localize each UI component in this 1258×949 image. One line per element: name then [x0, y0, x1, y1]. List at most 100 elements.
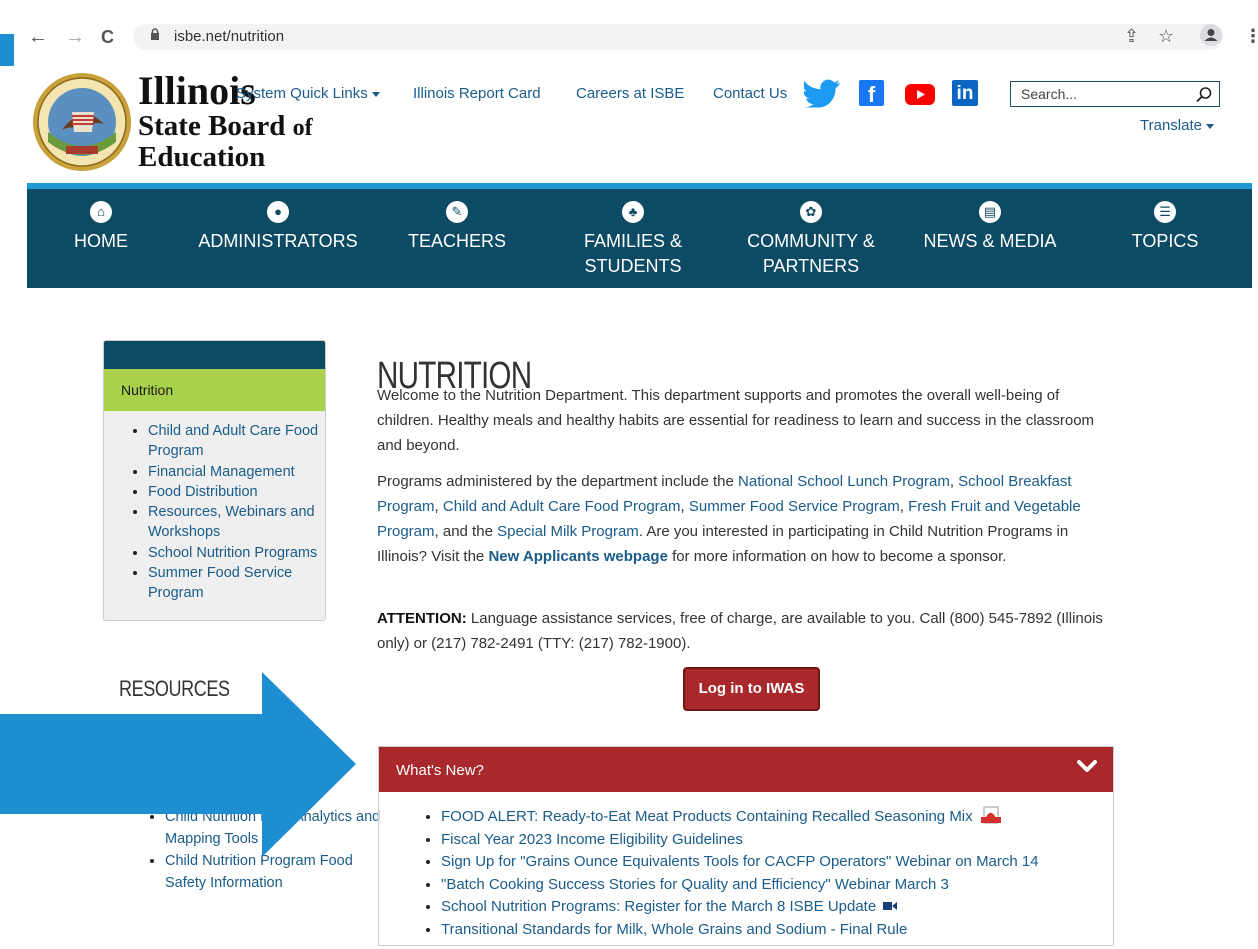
- nav-label: NEWS & MEDIA: [923, 231, 1057, 251]
- main-nav: ⌂ HOME ● ADMINISTRATORS ✎ TEACHERS ♣ FAM…: [27, 189, 1252, 288]
- nav-community-partners[interactable]: ✿ COMMUNITY & PARTNERS: [738, 189, 884, 288]
- nav-families-students[interactable]: ♣ FAMILIES & STUDENTS: [573, 189, 693, 288]
- nav-home[interactable]: ⌂ HOME: [61, 189, 141, 288]
- new-applicants-link[interactable]: New Applicants webpage: [488, 548, 667, 565]
- sidebar-item-resources-webinars[interactable]: Resources, Webinars and Workshops: [148, 502, 325, 543]
- home-icon: ⌂: [90, 201, 112, 223]
- search-input[interactable]: [1019, 85, 1183, 103]
- cacfp-link[interactable]: Child and Adult Care Food Program: [443, 498, 681, 515]
- translate-label: Translate: [1140, 117, 1202, 134]
- list-icon: ☰: [1154, 201, 1176, 223]
- text: ,: [899, 498, 909, 515]
- forward-icon[interactable]: →: [65, 25, 85, 49]
- lock-icon: [151, 28, 159, 40]
- attention-label: ATTENTION:: [377, 610, 467, 627]
- nav-label: TOPICS: [1131, 231, 1199, 251]
- family-icon: ♣: [622, 201, 644, 223]
- bookmark-star-icon[interactable]: ☆: [1158, 26, 1174, 47]
- intro-paragraph: Welcome to the Nutrition Department. Thi…: [377, 387, 1095, 454]
- linkedin-icon[interactable]: in: [952, 80, 978, 106]
- search-box[interactable]: [1010, 81, 1220, 107]
- nav-news-media[interactable]: ▤ NEWS & MEDIA: [917, 189, 1063, 288]
- sidebar-nav: Nutrition Child and Adult Care Food Prog…: [103, 340, 326, 621]
- text: , and the: [434, 523, 498, 540]
- nslp-link[interactable]: National School Lunch Program: [738, 473, 950, 490]
- address-bar[interactable]: [133, 24, 1223, 50]
- caret-down-icon: [1205, 123, 1214, 129]
- sidebar-item-school-nutrition[interactable]: School Nutrition Programs: [148, 543, 325, 563]
- brand-line-2: State Board of: [138, 112, 313, 143]
- news-item[interactable]: Sign Up for "Grains Ounce Equivalents To…: [441, 851, 1113, 874]
- news-item-link[interactable]: Transitional Standards for Milk, Whole G…: [441, 921, 907, 938]
- brand-line-3: Education: [138, 141, 266, 173]
- news-item-link[interactable]: FOOD ALERT: Ready-to-Eat Meat Products C…: [441, 808, 973, 825]
- attention-paragraph: ATTENTION: Language assistance services,…: [377, 606, 1117, 656]
- text: Programs administered by the department …: [377, 473, 739, 490]
- news-item[interactable]: Transitional Standards for Milk, Whole G…: [441, 919, 1113, 942]
- news-item-link[interactable]: School Nutrition Programs: Register for …: [441, 898, 876, 915]
- special-milk-link[interactable]: Special Milk Program: [497, 523, 639, 540]
- contact-us-link[interactable]: Contact Us: [713, 85, 787, 102]
- sidebar-list: Child and Adult Care Food Program Financ…: [104, 421, 325, 604]
- profile-icon[interactable]: [1200, 24, 1222, 46]
- brand-line-2-main: State Board: [138, 110, 286, 142]
- nav-teachers[interactable]: ✎ TEACHERS: [402, 189, 512, 288]
- back-icon[interactable]: ←: [28, 25, 48, 49]
- nav-label: HOME: [74, 231, 128, 251]
- browser-menu-icon[interactable]: ⋮: [1244, 26, 1258, 47]
- whats-new-header[interactable]: What's New?: [379, 747, 1113, 792]
- teacher-icon: ✎: [446, 201, 468, 223]
- newspaper-icon: ▤: [979, 201, 1001, 223]
- nav-label: COMMUNITY &: [747, 231, 875, 251]
- pointer-arrow-overlay: [0, 672, 356, 857]
- tab-accent: [0, 34, 14, 66]
- community-icon: ✿: [800, 201, 822, 223]
- news-item[interactable]: "Batch Cooking Success Stories for Quali…: [441, 874, 1113, 897]
- news-item-link[interactable]: Sign Up for "Grains Ounce Equivalents To…: [441, 853, 1039, 870]
- text: ,: [680, 498, 689, 515]
- translate-dropdown[interactable]: Translate: [1140, 117, 1214, 134]
- programs-paragraph: Programs administered by the department …: [377, 469, 1117, 569]
- nav-label: PARTNERS: [762, 256, 860, 276]
- pdf-icon: [980, 806, 1001, 824]
- share-icon[interactable]: ⇪: [1124, 26, 1139, 47]
- browser-toolbar: ← → C isbe.net/nutrition ⇪ ☆ ⋮: [0, 0, 1258, 68]
- youtube-icon[interactable]: [905, 84, 935, 105]
- system-quick-links-dropdown[interactable]: System Quick Links: [236, 85, 380, 102]
- nav-topics[interactable]: ☰ TOPICS: [1127, 189, 1203, 288]
- search-icon[interactable]: [1195, 86, 1213, 104]
- quick-links-label: System Quick Links: [236, 85, 368, 102]
- video-camera-icon: [883, 902, 898, 910]
- caret-down-icon: [371, 91, 380, 97]
- nav-label: ADMINISTRATORS: [198, 231, 358, 251]
- user-icon: ●: [267, 201, 289, 223]
- news-item-link[interactable]: Fiscal Year 2023 Income Eligibility Guid…: [441, 831, 743, 848]
- news-item[interactable]: FOOD ALERT: Ready-to-Eat Meat Products C…: [441, 806, 1113, 829]
- sidebar-item-summer-food[interactable]: Summer Food Service Program: [148, 563, 325, 604]
- report-card-link[interactable]: Illinois Report Card: [413, 85, 541, 102]
- login-iwas-button[interactable]: Log in to IWAS: [683, 667, 820, 711]
- text: ,: [949, 473, 959, 490]
- sidebar-item-food-distribution[interactable]: Food Distribution: [148, 482, 325, 502]
- sidebar-title[interactable]: Nutrition: [104, 369, 325, 411]
- nav-label: FAMILIES &: [583, 231, 683, 251]
- news-item-link[interactable]: "Batch Cooking Success Stories for Quali…: [441, 876, 949, 893]
- facebook-icon[interactable]: f: [859, 80, 884, 107]
- state-seal-logo[interactable]: [32, 72, 132, 172]
- whats-new-list: FOOD ALERT: Ready-to-Eat Meat Products C…: [379, 806, 1113, 941]
- whats-new-title: What's New?: [396, 762, 484, 779]
- sidebar-item-financial-management[interactable]: Financial Management: [148, 462, 325, 482]
- nav-administrators[interactable]: ● ADMINISTRATORS: [195, 189, 361, 288]
- careers-link[interactable]: Careers at ISBE: [576, 85, 684, 102]
- attention-text: Language assistance services, free of ch…: [377, 610, 1103, 652]
- news-item[interactable]: Fiscal Year 2023 Income Eligibility Guid…: [441, 829, 1113, 852]
- twitter-icon[interactable]: [804, 79, 840, 109]
- chevron-down-icon[interactable]: [1077, 757, 1097, 775]
- reload-icon[interactable]: C: [101, 25, 114, 49]
- brand-line-2-of: of: [292, 115, 313, 141]
- sfsp-link[interactable]: Summer Food Service Program: [689, 498, 900, 515]
- news-item[interactable]: School Nutrition Programs: Register for …: [441, 896, 1113, 919]
- sidebar-item-cacfp[interactable]: Child and Adult Care Food Program: [148, 421, 325, 462]
- nav-label: TEACHERS: [407, 231, 506, 251]
- url-text[interactable]: isbe.net/nutrition: [174, 28, 284, 45]
